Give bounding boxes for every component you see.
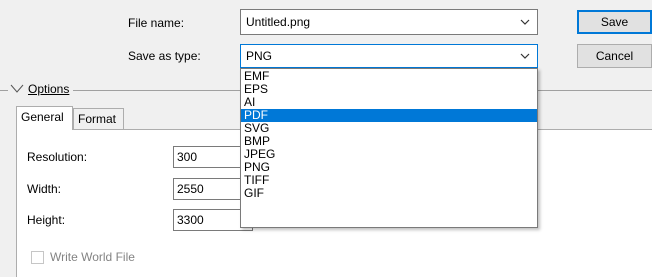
file-name-combobox[interactable]: Untitled.png xyxy=(240,9,538,35)
file-controls-panel: File name: Untitled.png Save as type: PN… xyxy=(0,0,652,70)
save-as-type-value[interactable]: PNG xyxy=(246,49,272,63)
chevron-down-icon[interactable] xyxy=(519,45,531,67)
write-world-file-checkbox[interactable] xyxy=(31,251,44,264)
height-label: Height: xyxy=(27,213,66,227)
type-option-pdf[interactable]: PDF xyxy=(241,109,537,122)
options-label[interactable]: Options xyxy=(28,82,69,96)
file-name-label: File name: xyxy=(128,16,185,30)
tab-general-label[interactable]: General xyxy=(21,110,64,124)
type-option-bmp[interactable]: BMP xyxy=(241,135,537,148)
write-world-file-label: Write World File xyxy=(50,250,135,264)
tab-general[interactable]: General xyxy=(16,106,73,130)
chevron-down-icon[interactable] xyxy=(519,10,531,34)
cancel-button[interactable]: Cancel xyxy=(577,44,652,68)
resolution-label: Resolution: xyxy=(27,150,88,164)
save-as-type-label: Save as type: xyxy=(128,49,201,63)
type-option-svg[interactable]: SVG xyxy=(241,122,537,135)
type-option-gif[interactable]: GIF xyxy=(241,187,537,200)
width-label: Width: xyxy=(27,182,62,196)
type-option-ai[interactable]: AI xyxy=(241,96,537,109)
type-option-emf[interactable]: EMF xyxy=(241,70,537,83)
save-button[interactable]: Save xyxy=(577,10,652,34)
type-option-tiff[interactable]: TIFF xyxy=(241,174,537,187)
type-option-png[interactable]: PNG xyxy=(241,161,537,174)
tab-format-label[interactable]: Format xyxy=(78,112,116,126)
save-as-type-dropdown-list[interactable]: EMF EPS AI PDF SVG BMP JPEG PNG TIFF GIF xyxy=(240,68,538,228)
collapse-chevron-icon[interactable] xyxy=(10,82,24,96)
options-toggle[interactable]: Options xyxy=(8,82,74,96)
file-name-value[interactable]: Untitled.png xyxy=(246,15,310,29)
save-as-type-combobox[interactable]: PNG xyxy=(240,44,538,68)
type-option-eps[interactable]: EPS xyxy=(241,83,537,96)
tab-format[interactable]: Format xyxy=(73,108,124,130)
type-option-jpeg[interactable]: JPEG xyxy=(241,148,537,161)
